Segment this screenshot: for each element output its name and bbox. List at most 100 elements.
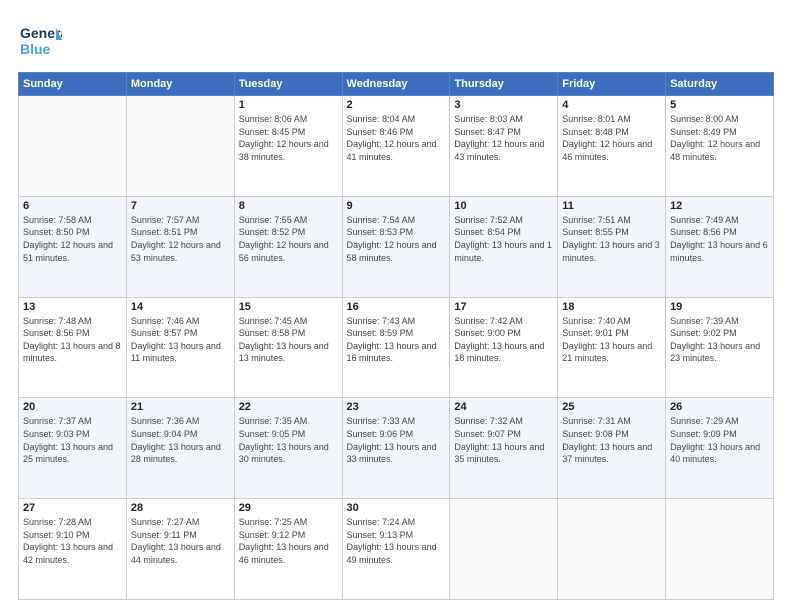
day-number: 9 [347, 200, 446, 212]
day-number: 20 [23, 401, 122, 413]
day-number: 13 [23, 301, 122, 313]
calendar-cell: 7 Sunrise: 7:57 AM Sunset: 8:51 PM Daylig… [126, 196, 234, 297]
calendar-week-row: 13Sunrise: 7:48 AM Sunset: 8:56 PM Dayli… [19, 297, 774, 398]
day-number: 3 [454, 99, 553, 111]
calendar-week-row: 27Sunrise: 7:28 AM Sunset: 9:10 PM Dayli… [19, 499, 774, 600]
day-info: Sunrise: 7:32 AM Sunset: 9:07 PM Dayligh… [454, 415, 553, 465]
calendar-header-row: SundayMondayTuesdayWednesdayThursdayFrid… [19, 73, 774, 96]
calendar-day-header: Wednesday [342, 73, 450, 96]
header: General Blue [18, 18, 774, 62]
svg-text:Blue: Blue [20, 41, 51, 57]
calendar-day-header: Tuesday [234, 73, 342, 96]
day-info: Sunrise: 7:28 AM Sunset: 9:10 PM Dayligh… [23, 516, 122, 566]
calendar-cell: 14Sunrise: 7:46 AM Sunset: 8:57 PM Dayli… [126, 297, 234, 398]
calendar-cell: 11Sunrise: 7:51 AM Sunset: 8:55 PM Dayli… [558, 196, 666, 297]
day-info: Sunrise: 7:58 AM Sunset: 8:50 PM Dayligh… [23, 214, 122, 264]
calendar-cell: 17 Sunrise: 7:42 AM Sunset: 9:00 PM Dayli… [450, 297, 558, 398]
day-info: Sunrise: 7:42 AM Sunset: 9:00 PM Dayligh… [454, 315, 553, 365]
calendar-cell: 30Sunrise: 7:24 AM Sunset: 9:13 PM Dayli… [342, 499, 450, 600]
day-number: 6 [23, 200, 122, 212]
calendar-cell: 24 Sunrise: 7:32 AM Sunset: 9:07 PM Dayli… [450, 398, 558, 499]
calendar-cell: 29 Sunrise: 7:25 AM Sunset: 9:12 PM Dayli… [234, 499, 342, 600]
day-number: 1 [239, 99, 338, 111]
calendar-week-row: 6 Sunrise: 7:58 AM Sunset: 8:50 PM Daylig… [19, 196, 774, 297]
day-number: 14 [131, 301, 230, 313]
calendar-cell: 25 Sunrise: 7:31 AM Sunset: 9:08 PM Dayli… [558, 398, 666, 499]
calendar-day-header: Monday [126, 73, 234, 96]
calendar-cell [126, 96, 234, 197]
day-number: 29 [239, 502, 338, 514]
day-info: Sunrise: 7:29 AM Sunset: 9:09 PM Dayligh… [670, 415, 769, 465]
calendar-cell: 2Sunrise: 8:04 AM Sunset: 8:46 PM Daylig… [342, 96, 450, 197]
calendar-cell: 16 Sunrise: 7:43 AM Sunset: 8:59 PM Dayli… [342, 297, 450, 398]
day-number: 12 [670, 200, 769, 212]
day-info: Sunrise: 7:43 AM Sunset: 8:59 PM Dayligh… [347, 315, 446, 365]
day-info: Sunrise: 7:39 AM Sunset: 9:02 PM Dayligh… [670, 315, 769, 365]
logo: General Blue [18, 18, 62, 62]
day-number: 5 [670, 99, 769, 111]
calendar-cell [19, 96, 127, 197]
calendar-cell [666, 499, 774, 600]
day-info: Sunrise: 7:27 AM Sunset: 9:11 PM Dayligh… [131, 516, 230, 566]
calendar-cell: 12 Sunrise: 7:49 AM Sunset: 8:56 PM Dayli… [666, 196, 774, 297]
day-number: 16 [347, 301, 446, 313]
day-info: Sunrise: 7:31 AM Sunset: 9:08 PM Dayligh… [562, 415, 661, 465]
calendar-day-header: Friday [558, 73, 666, 96]
calendar-day-header: Saturday [666, 73, 774, 96]
day-info: Sunrise: 8:01 AM Sunset: 8:48 PM Dayligh… [562, 113, 661, 163]
day-number: 2 [347, 99, 446, 111]
svg-text:General: General [20, 25, 62, 41]
day-number: 15 [239, 301, 338, 313]
calendar-cell: 9 Sunrise: 7:54 AM Sunset: 8:53 PM Daylig… [342, 196, 450, 297]
day-number: 18 [562, 301, 661, 313]
calendar-cell: 6 Sunrise: 7:58 AM Sunset: 8:50 PM Daylig… [19, 196, 127, 297]
calendar-cell: 3 Sunrise: 8:03 AM Sunset: 8:47 PM Daylig… [450, 96, 558, 197]
day-info: Sunrise: 8:00 AM Sunset: 8:49 PM Dayligh… [670, 113, 769, 163]
day-info: Sunrise: 7:52 AM Sunset: 8:54 PM Dayligh… [454, 214, 553, 264]
calendar-cell: 23 Sunrise: 7:33 AM Sunset: 9:06 PM Dayli… [342, 398, 450, 499]
calendar-cell: 27Sunrise: 7:28 AM Sunset: 9:10 PM Dayli… [19, 499, 127, 600]
calendar-cell: 8 Sunrise: 7:55 AM Sunset: 8:52 PM Daylig… [234, 196, 342, 297]
day-number: 11 [562, 200, 661, 212]
calendar-table: SundayMondayTuesdayWednesdayThursdayFrid… [18, 72, 774, 600]
calendar-week-row: 1 Sunrise: 8:06 AM Sunset: 8:45 PM Daylig… [19, 96, 774, 197]
calendar-cell: 4 Sunrise: 8:01 AM Sunset: 8:48 PM Daylig… [558, 96, 666, 197]
calendar-cell: 21 Sunrise: 7:36 AM Sunset: 9:04 PM Dayli… [126, 398, 234, 499]
calendar-cell: 1 Sunrise: 8:06 AM Sunset: 8:45 PM Daylig… [234, 96, 342, 197]
day-info: Sunrise: 7:57 AM Sunset: 8:51 PM Dayligh… [131, 214, 230, 264]
calendar-cell: 18 Sunrise: 7:40 AM Sunset: 9:01 PM Dayli… [558, 297, 666, 398]
day-number: 24 [454, 401, 553, 413]
day-number: 8 [239, 200, 338, 212]
day-info: Sunrise: 8:06 AM Sunset: 8:45 PM Dayligh… [239, 113, 338, 163]
calendar-cell: 10 Sunrise: 7:52 AM Sunset: 8:54 PM Dayli… [450, 196, 558, 297]
day-number: 28 [131, 502, 230, 514]
day-info: Sunrise: 7:36 AM Sunset: 9:04 PM Dayligh… [131, 415, 230, 465]
day-info: Sunrise: 7:49 AM Sunset: 8:56 PM Dayligh… [670, 214, 769, 264]
day-info: Sunrise: 7:45 AM Sunset: 8:58 PM Dayligh… [239, 315, 338, 365]
calendar-cell: 5 Sunrise: 8:00 AM Sunset: 8:49 PM Daylig… [666, 96, 774, 197]
calendar-day-header: Sunday [19, 73, 127, 96]
calendar-cell: 19 Sunrise: 7:39 AM Sunset: 9:02 PM Dayli… [666, 297, 774, 398]
logo-icon: General Blue [18, 18, 62, 62]
day-number: 21 [131, 401, 230, 413]
day-number: 30 [347, 502, 446, 514]
day-info: Sunrise: 7:40 AM Sunset: 9:01 PM Dayligh… [562, 315, 661, 365]
day-number: 22 [239, 401, 338, 413]
calendar-week-row: 20Sunrise: 7:37 AM Sunset: 9:03 PM Dayli… [19, 398, 774, 499]
day-number: 7 [131, 200, 230, 212]
day-number: 26 [670, 401, 769, 413]
day-number: 4 [562, 99, 661, 111]
day-number: 19 [670, 301, 769, 313]
calendar-cell: 15 Sunrise: 7:45 AM Sunset: 8:58 PM Dayli… [234, 297, 342, 398]
calendar-cell: 22Sunrise: 7:35 AM Sunset: 9:05 PM Dayli… [234, 398, 342, 499]
day-info: Sunrise: 7:33 AM Sunset: 9:06 PM Dayligh… [347, 415, 446, 465]
day-number: 17 [454, 301, 553, 313]
day-info: Sunrise: 7:55 AM Sunset: 8:52 PM Dayligh… [239, 214, 338, 264]
day-info: Sunrise: 8:03 AM Sunset: 8:47 PM Dayligh… [454, 113, 553, 163]
day-number: 25 [562, 401, 661, 413]
day-number: 23 [347, 401, 446, 413]
day-info: Sunrise: 7:54 AM Sunset: 8:53 PM Dayligh… [347, 214, 446, 264]
calendar-cell: 26 Sunrise: 7:29 AM Sunset: 9:09 PM Dayli… [666, 398, 774, 499]
day-number: 10 [454, 200, 553, 212]
day-info: Sunrise: 7:25 AM Sunset: 9:12 PM Dayligh… [239, 516, 338, 566]
